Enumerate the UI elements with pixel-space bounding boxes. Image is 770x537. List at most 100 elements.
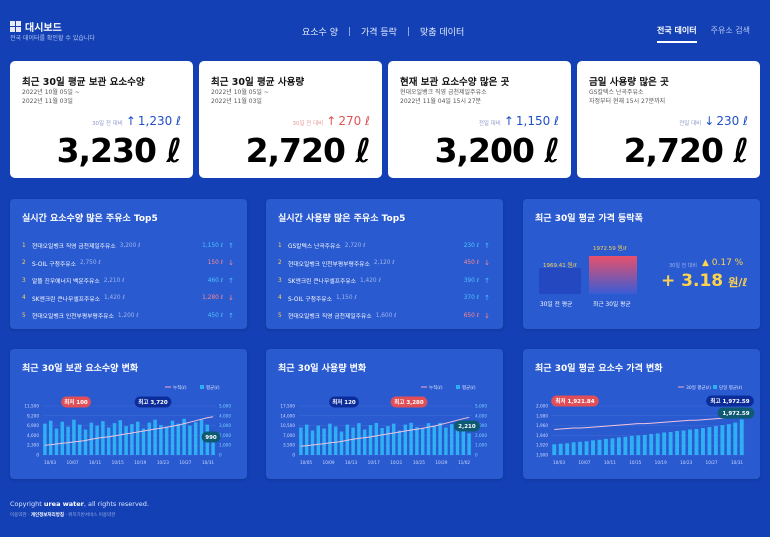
chart-bar xyxy=(60,421,65,455)
chart-bar xyxy=(591,440,595,455)
link-location-terms[interactable]: 위치기반서비스 이용약관 xyxy=(68,513,115,518)
y2-tick-label: 5,000 xyxy=(219,404,231,409)
list-item[interactable]: 4 S-OIL 구청주유소 1,150 ℓ 370 ℓ ↑ xyxy=(278,290,491,308)
price-trend-chart[interactable]: 30일 평균(ℓ) 당일 평균(ℓ) 2,000 1,980 1,960 1,940 1,9… xyxy=(523,349,760,479)
annotation-latest-text: 2,210 xyxy=(458,424,476,430)
price-change-label: 30일 전 대비 xyxy=(669,263,697,269)
list-item[interactable]: 1 현대오일뱅크 직영 금천제일주유소 3,200 ℓ 1,150 ℓ ↑ xyxy=(22,237,235,255)
rank-number: 4 xyxy=(278,295,282,302)
chart-bar xyxy=(739,419,744,455)
list-item[interactable]: 2 현대오일뱅크 인천부평부평주유소 2,120 ℓ 450 ℓ ↓ xyxy=(278,255,491,273)
x-tick-label: 10/29 xyxy=(435,460,447,465)
chart-bar xyxy=(432,425,437,455)
change-group: 1,150 ℓ ↑ xyxy=(189,242,235,250)
rank-number: 3 xyxy=(278,277,282,284)
tab-national-data[interactable]: 전국 데이터 xyxy=(657,25,697,43)
annotation-latest: 990 xyxy=(201,431,221,443)
station-quantity: 2,120 ℓ xyxy=(373,260,395,267)
y-tick-label: 1,960 xyxy=(536,423,548,428)
nav-item-urea-amount[interactable]: 요소수 양 xyxy=(302,25,338,38)
stat-period: 현대오일뱅크 직영 금천제일주유소 2022년 11월 04일 15시 27분 xyxy=(400,89,487,105)
stat-change-value: 1,150 ℓ xyxy=(515,114,559,128)
chart-bar xyxy=(106,427,111,455)
chart-bar xyxy=(153,419,157,455)
nav-divider xyxy=(407,27,409,36)
nav-item-custom-data[interactable]: 맞춤 데이터 xyxy=(420,25,464,38)
x-tick-label: 10/03 xyxy=(44,460,56,465)
chart-panel-storage: 최근 30일 보관 요소수양 변화 누적(ℓ) 평균(ℓ) 11,500 9,200 6… xyxy=(10,349,247,479)
list-item[interactable]: 3 SK엔크린 큰나무셀프주유소 1,420 ℓ 390 ℓ ↑ xyxy=(278,272,491,290)
main-nav: 요소수 양 가격 등락 맞춤 데이터 xyxy=(302,25,464,38)
annotation-min-text: 최저 120 xyxy=(332,398,356,406)
y2-tick-label: 4,000 xyxy=(219,413,231,418)
chart-bar xyxy=(552,444,557,455)
change-group: 150 ℓ ↓ xyxy=(189,259,235,267)
arrow-up-icon: ↑ xyxy=(484,241,490,250)
change-group: 1,280 ℓ ↓ xyxy=(189,294,235,302)
chart-bar xyxy=(374,422,379,455)
stat-value: 2,720 ℓ xyxy=(623,131,749,170)
annotation-max-text: 최고 1,972.59 xyxy=(710,397,749,405)
chart-bar xyxy=(368,425,373,455)
tab-station-search[interactable]: 주유소 검색 xyxy=(711,25,750,43)
y-tick-label: 2,000 xyxy=(536,404,548,409)
bar-current-value: 1972.59 원/ℓ xyxy=(593,246,627,252)
x-tick-label: 10/11 xyxy=(89,460,101,465)
list-item[interactable]: 3 알뜰 진우에너지 백운주유소 2,210 ℓ 460 ℓ ↑ xyxy=(22,272,235,290)
top5-usage-list: 1 GS칼텍스 난곡주유소 2,720 ℓ 230 ℓ ↑ 2 현대오일뱅크 인천부평부평주… xyxy=(278,237,491,325)
x-tick-label: 10/17 xyxy=(368,460,380,465)
y-tick-label: 4,600 xyxy=(27,433,39,438)
stat-period: 2022년 10월 05일 ~ 2022년 11월 03일 xyxy=(22,89,80,105)
stat-change-label: 전일 대비 xyxy=(478,121,501,127)
stat-change: 전일 대비 ↓ 230 ℓ xyxy=(679,114,748,128)
link-terms[interactable]: 이용약관 xyxy=(10,513,27,518)
change-value: 390 ℓ xyxy=(463,277,479,284)
annotation-min-text: 최저 100 xyxy=(64,398,88,406)
storage-trend-chart[interactable]: 누적(ℓ) 평균(ℓ) 11,500 9,200 6,900 4,600 2,300 0 5,0… xyxy=(10,349,247,479)
x-tick-label: 10/19 xyxy=(134,460,146,465)
chart-panel-price: 최근 30일 평균 요소수 가격 변화 30일 평균(ℓ) 당일 평균(ℓ) 2,0… xyxy=(523,349,760,479)
list-item[interactable]: 2 S-OIL 구청주유소 2,750 ℓ 150 ℓ ↓ xyxy=(22,255,235,273)
arrow-down-icon: ↓ xyxy=(228,294,234,303)
chart-bar xyxy=(176,423,181,455)
nav-item-price-change[interactable]: 가격 등락 xyxy=(361,25,397,38)
x-tick-label: 10/07 xyxy=(67,460,79,465)
x-tick-label: 10/13 xyxy=(345,460,357,465)
list-item[interactable]: 5 현대오일뱅크 직영 금천제일주유소 1,600 ℓ 650 ℓ ↓ xyxy=(278,307,491,325)
top5-storage-panel: 실시간 요소수양 많은 주유소 Top5 1 현대오일뱅크 직영 금천제일주유소 3… xyxy=(10,199,247,329)
chart-legend: 누적(ℓ) 평균(ℓ) xyxy=(165,384,220,391)
y-tick-label: 3,500 xyxy=(283,443,295,448)
stat-title: 현재 보관 요소수양 많은 곳 xyxy=(400,77,510,88)
y2-tick-label: 1,000 xyxy=(475,443,487,448)
annotation-latest: 2,210 xyxy=(454,420,480,432)
rank-number: 5 xyxy=(278,312,282,319)
station-quantity: 1,420 ℓ xyxy=(104,295,125,302)
legend-label-line: 누적(ℓ) xyxy=(173,384,187,391)
chart-bar xyxy=(83,429,88,455)
station-name: SK엔크린 큰나무셀프주유소 xyxy=(32,296,100,303)
y-tick-label: 1,940 xyxy=(536,433,548,438)
chart-bar xyxy=(304,424,309,455)
link-privacy[interactable]: 개인정보처리방침 xyxy=(31,513,64,518)
stat-card-top-usage-station: 금일 사용량 많은 곳 GS칼텍스 난곡주유소 자정부터 현재 15시 27분까… xyxy=(577,61,760,178)
x-tick-label: 10/15 xyxy=(112,460,124,465)
arrow-up-icon: ↑ xyxy=(125,114,136,128)
chart-bar xyxy=(95,425,99,455)
arrow-up-icon: ↑ xyxy=(228,276,234,285)
chart-bar xyxy=(310,430,315,455)
chart-bar xyxy=(688,429,692,455)
logo[interactable]: 대시보드 xyxy=(10,19,62,34)
annotation-max: 최고 1,972.59 xyxy=(706,395,754,407)
station-quantity: 1,200 ℓ xyxy=(117,312,139,319)
chart-bar xyxy=(565,443,570,455)
y2-tick-label: 2,000 xyxy=(219,433,231,438)
stat-card-avg-storage: 최근 30일 평균 보관 요소수양 2022년 10월 05일 ~ 2022년 … xyxy=(10,61,193,178)
list-item[interactable]: 1 GS칼텍스 난곡주유소 2,720 ℓ 230 ℓ ↑ xyxy=(278,237,491,255)
change-value: 150 ℓ xyxy=(207,260,223,267)
y-tick-label: 1,920 xyxy=(536,443,548,448)
list-item[interactable]: 5 현대오일뱅크 인천부평부평주유소 1,200 ℓ 450 ℓ ↑ xyxy=(22,307,235,325)
usage-trend-chart[interactable]: 누적(ℓ) 평균(ℓ) 17,500 14,000 10,500 7,000 3,500 0 5… xyxy=(266,349,503,479)
chart-bar xyxy=(642,434,647,455)
list-item[interactable]: 4 SK엔크린 큰나무셀프주유소 1,420 ℓ 1,280 ℓ ↓ xyxy=(22,290,235,308)
change-value: 370 ℓ xyxy=(463,295,479,302)
